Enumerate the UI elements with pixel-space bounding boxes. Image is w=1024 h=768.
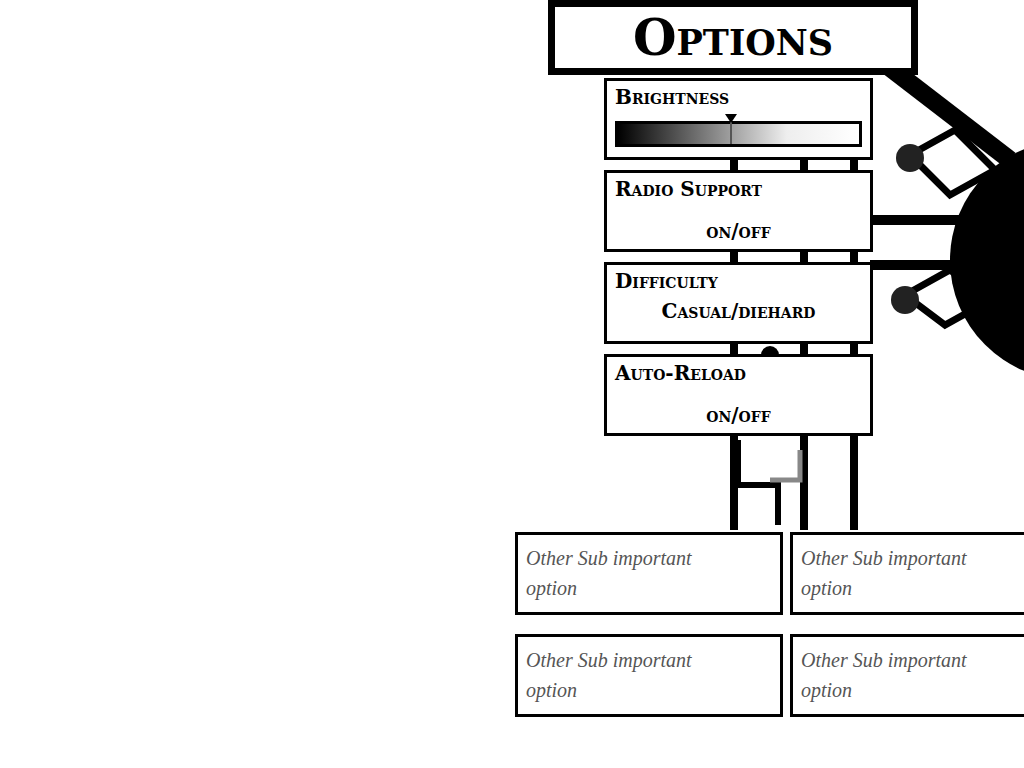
option-panel[interactable]: Auto-Reload on/off [604, 354, 873, 436]
options-screen: Options Brightness Radio Support on/off Diff… [0, 0, 1024, 768]
options-title: Options [548, 0, 918, 75]
sub-options-grid: Other Sub important option Other Sub impo… [515, 532, 1024, 717]
slider-marker[interactable] [730, 114, 732, 144]
sub-option[interactable]: Other Sub important option [790, 532, 1024, 615]
option-value[interactable]: on/off [615, 219, 862, 243]
option-panel[interactable]: Radio Support on/off [604, 170, 873, 252]
machine-icon [860, 40, 1024, 410]
sub-option[interactable]: Other Sub important option [790, 634, 1024, 717]
sub-option-label: Other Sub important option [801, 645, 1006, 705]
options-list: Brightness Radio Support on/off Difficulty C… [604, 78, 873, 436]
option-value[interactable]: Casual/diehard [615, 299, 862, 323]
brightness-panel[interactable]: Brightness [604, 78, 873, 160]
option-label: Auto-Reload [615, 361, 862, 385]
sub-option-label: Other Sub important option [526, 543, 731, 603]
option-value[interactable]: on/off [615, 403, 862, 427]
sub-option[interactable]: Other Sub important option [515, 634, 783, 717]
option-label: Difficulty [615, 269, 862, 293]
sub-option-label: Other Sub important option [801, 543, 1006, 603]
brightness-slider[interactable] [615, 121, 862, 147]
sub-option[interactable]: Other Sub important option [515, 532, 783, 615]
sub-option-label: Other Sub important option [526, 645, 731, 705]
option-panel[interactable]: Difficulty Casual/diehard [604, 262, 873, 344]
option-label: Radio Support [615, 177, 862, 201]
option-label: Brightness [615, 85, 862, 109]
